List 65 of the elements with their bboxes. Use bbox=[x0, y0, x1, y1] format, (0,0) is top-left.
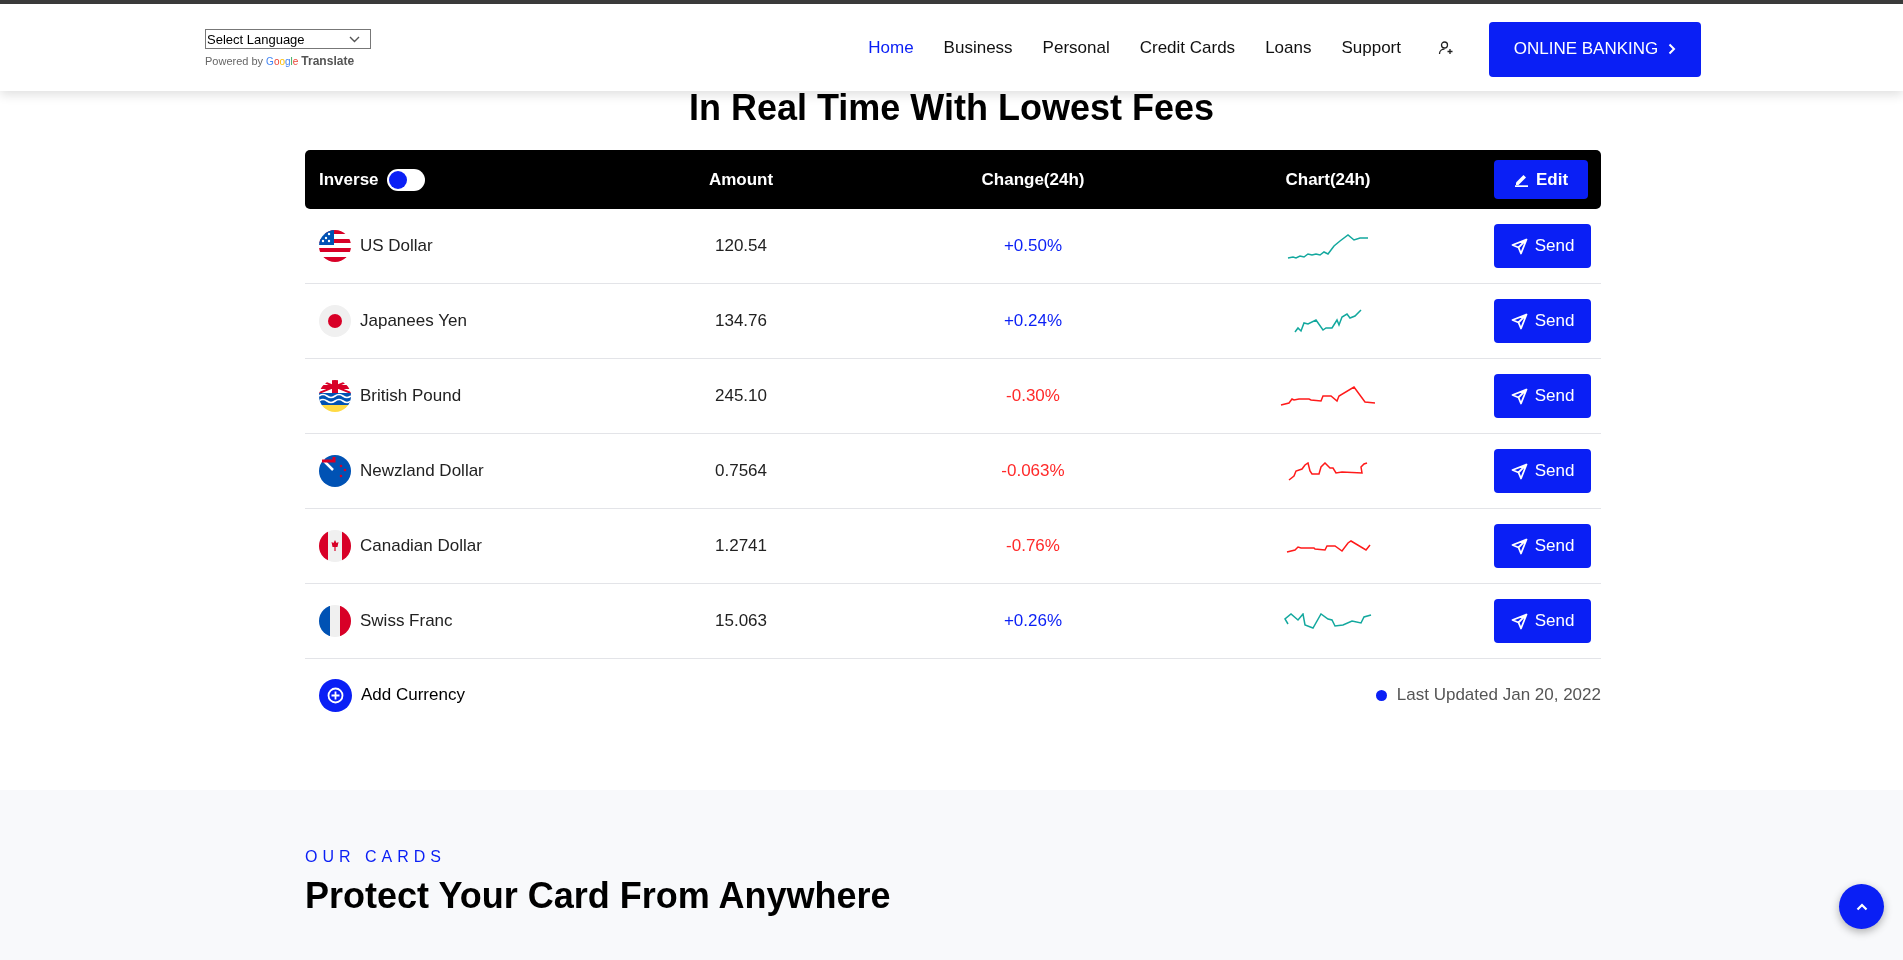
add-circle-icon bbox=[319, 678, 352, 712]
nav-link[interactable]: Personal bbox=[1042, 37, 1110, 58]
column-header: Change(24h) bbox=[981, 169, 1085, 189]
currency-name: British Pound bbox=[360, 386, 462, 406]
google-logo-text: Google bbox=[266, 55, 299, 67]
change-value: -0.76% bbox=[1006, 536, 1060, 555]
inverse-toggle[interactable] bbox=[386, 168, 425, 191]
send-icon bbox=[1510, 237, 1528, 255]
amount-cell: 15.063 bbox=[715, 611, 767, 630]
amount-cell: 245.10 bbox=[715, 386, 767, 405]
change-value: -0.063% bbox=[1001, 461, 1065, 480]
currency-name: Swiss Franc bbox=[360, 611, 453, 631]
send-button[interactable]: Send bbox=[1494, 374, 1591, 418]
flag-icon bbox=[319, 380, 351, 412]
send-button[interactable]: Send bbox=[1494, 299, 1591, 343]
inverse-label: Inverse bbox=[319, 169, 379, 190]
section-heading: Protect Your Card From Anywhere bbox=[305, 874, 891, 918]
send-button[interactable]: Send bbox=[1494, 224, 1591, 268]
amount-cell: 0.7564 bbox=[715, 461, 767, 480]
change-value: -0.30% bbox=[1006, 386, 1060, 405]
send-button[interactable]: Send bbox=[1494, 599, 1591, 643]
online-banking-button[interactable]: ONLINE BANKING bbox=[1489, 21, 1701, 77]
nav-link[interactable]: Credit Cards bbox=[1139, 37, 1236, 58]
send-button[interactable]: Send bbox=[1494, 449, 1591, 493]
send-icon bbox=[1510, 312, 1528, 330]
language-select[interactable]: Select Language bbox=[205, 29, 371, 49]
send-icon bbox=[1510, 537, 1528, 555]
column-header: Chart(24h) bbox=[1285, 169, 1371, 189]
chevron-right-icon bbox=[1668, 43, 1677, 55]
change-value: +0.50% bbox=[1003, 236, 1063, 255]
change-value: +0.24% bbox=[1003, 311, 1063, 330]
amount-cell: 120.54 bbox=[715, 236, 767, 255]
nav-link[interactable]: Support bbox=[1341, 37, 1401, 58]
flag-icon bbox=[319, 530, 351, 562]
chevron-down-icon bbox=[349, 35, 360, 43]
amount-cell: 134.76 bbox=[715, 311, 767, 330]
send-icon bbox=[1510, 462, 1528, 480]
currency-name: US Dollar bbox=[360, 236, 433, 256]
status-dot bbox=[1375, 689, 1387, 701]
send-icon bbox=[1510, 387, 1528, 405]
currency-name: Newzland Dollar bbox=[360, 461, 484, 481]
currency-name: Canadian Dollar bbox=[360, 536, 482, 556]
flag-icon bbox=[319, 455, 351, 487]
nav-link[interactable]: Business bbox=[943, 37, 1013, 58]
change-value: +0.26% bbox=[1003, 611, 1063, 630]
flag-icon bbox=[319, 605, 351, 637]
nav-link[interactable]: Loans bbox=[1265, 37, 1312, 58]
edit-button[interactable]: Edit bbox=[1494, 160, 1588, 199]
currency-name: Japanees Yen bbox=[360, 311, 467, 331]
section-eyebrow: OUR CARDS bbox=[305, 848, 446, 866]
add-user-icon[interactable] bbox=[1438, 39, 1454, 56]
column-header: Amount bbox=[708, 169, 774, 189]
translate-link[interactable]: Translate bbox=[301, 54, 355, 68]
chevron-up-icon bbox=[1855, 902, 1868, 911]
nav-link[interactable]: Home bbox=[868, 37, 914, 58]
last-updated-text: Last Updated Jan 20, 2022 bbox=[1396, 685, 1601, 705]
send-icon bbox=[1510, 612, 1528, 630]
flag-icon bbox=[319, 305, 351, 337]
amount-cell: 1.2741 bbox=[715, 536, 767, 555]
add-currency-button[interactable]: Add Currency bbox=[319, 678, 465, 712]
pencil-icon bbox=[1513, 172, 1529, 187]
flag-icon bbox=[319, 230, 351, 262]
send-button[interactable]: Send bbox=[1494, 524, 1591, 568]
powered-by-text: Powered by bbox=[205, 55, 264, 67]
section-heading: In Real Time With Lowest Fees bbox=[688, 86, 1215, 130]
